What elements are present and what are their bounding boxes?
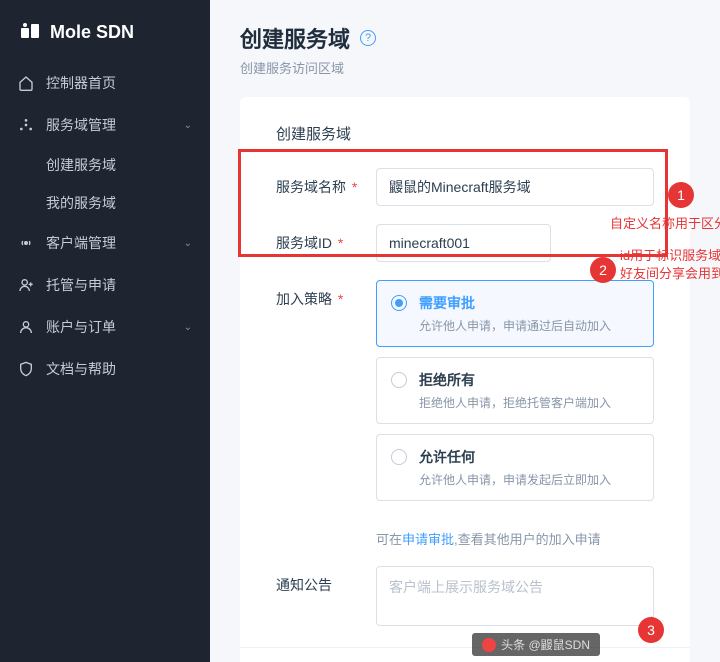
hint-link[interactable]: 申请审批 [402,532,454,547]
nav-label: 服务域管理 [46,115,184,135]
main-content: 创建服务域 ? 创建服务访问区域 创建服务域 服务域名称 * 服务域ID * 加… [210,0,720,662]
page-header: 创建服务域 ? [240,22,690,54]
radio-icon [391,449,407,465]
chevron-down-icon: ⌄ [184,238,192,249]
sidebar-item-home[interactable]: 控制器首页 [0,62,210,104]
user-icon [18,319,34,335]
input-domain-id[interactable] [376,224,551,262]
radio-icon [391,372,407,388]
row-domain-id: 服务域ID * [276,224,654,262]
watermark: 头条 @鼹鼠SDN [472,633,600,656]
policy-option-approve[interactable]: 需要审批 允许他人申请，申请通过后自动加入 [376,280,654,347]
sidebar: Mole SDN 控制器首页 服务域管理 ⌄ 创建服务域 我的服务域 客户端管理… [0,0,210,662]
policy-title: 允许任何 [419,447,639,467]
policy-title: 需要审批 [419,293,639,313]
chevron-down-icon: ⌄ [184,120,192,131]
row-notice: 通知公告 [276,566,654,629]
policy-desc: 允许他人申请，申请通过后自动加入 [419,317,639,334]
brand-icon [18,20,42,44]
annotation-text-2: id用于标识服务域， 好友间分享会用到 [620,247,720,283]
user-plus-icon [18,277,34,293]
sidebar-item-client-mgmt[interactable]: 客户端管理 ⌄ [0,222,210,264]
brand: Mole SDN [0,8,210,62]
sidebar-item-domain-mgmt[interactable]: 服务域管理 ⌄ [0,104,210,146]
nav-label: 账户与订单 [46,317,184,337]
annotation-badge-1: 1 [668,182,694,208]
sidebar-sub-my-domains[interactable]: 我的服务域 [0,184,210,222]
radio-icon [391,295,407,311]
page-subtitle: 创建服务访问区域 [240,58,690,77]
policy-desc: 拒绝他人申请，拒绝托管客户端加入 [419,394,639,411]
home-icon [18,75,34,91]
label-policy: 加入策略 * [276,280,376,511]
textarea-notice[interactable] [376,566,654,626]
nav-label: 控制器首页 [46,73,192,93]
label-domain-name: 服务域名称 * [276,168,376,206]
policy-hint: 可在申请审批,查看其他用户的加入申请 [376,529,654,548]
page-title: 创建服务域 [240,22,350,54]
policy-title: 拒绝所有 [419,370,639,390]
nav-label: 客户端管理 [46,233,184,253]
row-policy: 加入策略 * 需要审批 允许他人申请，申请通过后自动加入 拒绝所有 拒绝他 [276,280,654,511]
sidebar-item-hosting[interactable]: 托管与申请 [0,264,210,306]
row-domain-name: 服务域名称 * [276,168,654,206]
policy-option-reject[interactable]: 拒绝所有 拒绝他人申请，拒绝托管客户端加入 [376,357,654,424]
label-domain-id: 服务域ID * [276,224,376,262]
form-card: 创建服务域 服务域名称 * 服务域ID * 加入策略 * 需要审批 允许他人申请… [240,97,690,662]
policy-desc: 允许他人申请，申请发起后立即加入 [419,471,639,488]
network-icon [18,117,34,133]
label-notice: 通知公告 [276,566,376,629]
annotation-badge-3: 3 [638,617,664,643]
brand-text: Mole SDN [50,22,134,43]
help-icon[interactable]: ? [360,30,376,46]
annotation-badge-2: 2 [590,257,616,283]
nav-label: 文档与帮助 [46,359,192,379]
annotation-text-1: 自定义名称用于区分用途 [610,215,720,233]
form-footer: 创建 [240,647,690,662]
sidebar-item-account[interactable]: 账户与订单 ⌄ [0,306,210,348]
broadcast-icon [18,235,34,251]
card-title: 创建服务域 [276,123,654,144]
sidebar-sub-create-domain[interactable]: 创建服务域 [0,146,210,184]
nav-label: 托管与申请 [46,275,192,295]
sidebar-item-docs[interactable]: 文档与帮助 [0,348,210,390]
shield-icon [18,361,34,377]
policy-option-allow[interactable]: 允许任何 允许他人申请，申请发起后立即加入 [376,434,654,501]
input-domain-name[interactable] [376,168,654,206]
chevron-down-icon: ⌄ [184,322,192,333]
